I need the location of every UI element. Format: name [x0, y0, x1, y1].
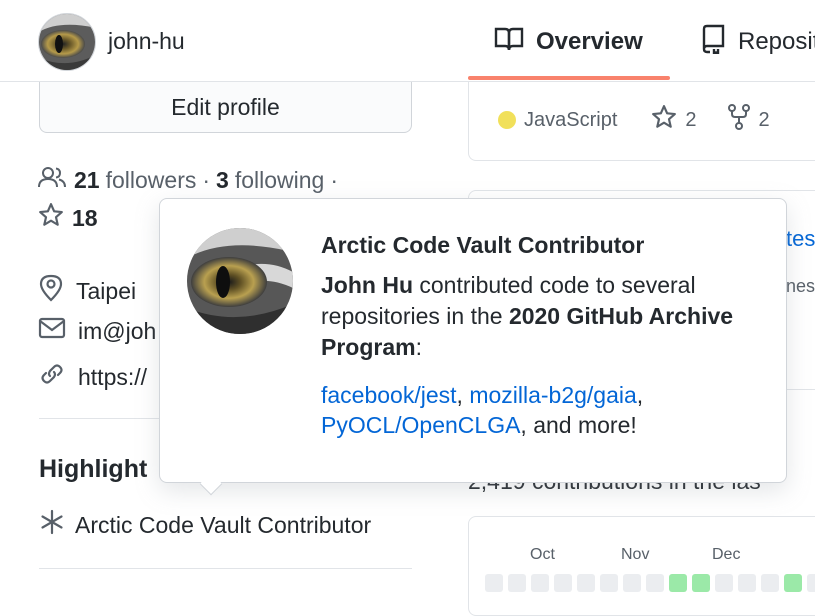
popover-body: John Hu contributed code to several repo…	[321, 270, 771, 363]
edit-profile-button[interactable]: Edit profile	[39, 82, 412, 133]
contribution-day[interactable]	[623, 574, 641, 592]
contribution-day[interactable]	[485, 574, 503, 592]
repo-stars[interactable]: 2	[651, 104, 697, 136]
contribution-day[interactable]	[692, 574, 710, 592]
website-link[interactable]: https://	[78, 364, 147, 391]
language-color-dot	[498, 111, 516, 129]
following-count[interactable]: 3	[216, 167, 229, 194]
highlight-label: Arctic Code Vault Contributor	[75, 511, 372, 538]
followers-link[interactable]: followers	[106, 167, 197, 194]
location-text: Taipei	[76, 277, 137, 304]
contribution-graph	[468, 516, 815, 616]
repo-icon	[700, 24, 726, 61]
repo-link[interactable]: tes	[786, 226, 815, 252]
month-label: Dec	[712, 546, 741, 563]
separator: ·	[330, 166, 338, 193]
tab-repositories[interactable]: Reposit	[700, 22, 815, 62]
mail-icon	[38, 317, 66, 345]
contribution-day[interactable]	[715, 574, 733, 592]
repo-stars-count: 2	[685, 108, 697, 131]
people-icon	[38, 166, 66, 194]
username[interactable]: john-hu	[108, 28, 185, 55]
email-row: im@joh	[38, 317, 156, 345]
contribution-cells	[485, 574, 815, 592]
contribution-day[interactable]	[577, 574, 595, 592]
repo-meta: JavaScript 2 2	[498, 104, 770, 136]
contribution-day[interactable]	[531, 574, 549, 592]
contribution-day[interactable]	[508, 574, 526, 592]
repo-link-gaia[interactable]: mozilla-b2g/gaia	[469, 382, 636, 408]
contribution-day[interactable]	[761, 574, 779, 592]
stars-count: 18	[72, 204, 98, 231]
link-separator: ,	[456, 382, 470, 408]
contribution-day[interactable]	[738, 574, 756, 592]
body-text: :	[415, 334, 422, 360]
contribution-day[interactable]	[807, 574, 815, 592]
contribution-day[interactable]	[784, 574, 802, 592]
separator: ·	[202, 166, 211, 193]
contribution-day[interactable]	[600, 574, 618, 592]
follow-stats: 21 followers · 3 following ·	[38, 166, 338, 194]
repo-forks-count: 2	[758, 108, 770, 131]
star-icon	[651, 104, 677, 136]
repo-forks[interactable]: 2	[727, 104, 770, 136]
tab-overview-label: Overview	[536, 28, 643, 55]
avatar[interactable]	[38, 13, 96, 71]
star-icon	[38, 202, 64, 234]
following-link[interactable]: following	[235, 167, 325, 194]
active-tab-indicator	[468, 76, 670, 80]
location-icon	[38, 274, 64, 308]
section-divider	[39, 568, 412, 569]
repo-description: ness	[786, 276, 815, 296]
website-row: https://	[38, 360, 147, 394]
followers-count[interactable]: 21	[74, 167, 100, 194]
book-icon	[494, 26, 524, 59]
contribution-day[interactable]	[554, 574, 572, 592]
snowflake-icon	[39, 509, 65, 541]
popover-title: Arctic Code Vault Contributor	[321, 232, 645, 258]
month-label: Nov	[621, 546, 650, 563]
tab-repositories-label: Reposit	[738, 28, 815, 55]
popover-avatar	[187, 228, 293, 334]
contribution-day[interactable]	[646, 574, 664, 592]
repo-language: JavaScript	[524, 108, 618, 131]
highlight-arctic-vault[interactable]: Arctic Code Vault Contributor	[39, 509, 371, 541]
location-row: Taipei	[38, 274, 136, 308]
repo-link-openclga[interactable]: PyOCL/OpenCLGA	[321, 412, 520, 438]
link-icon	[38, 360, 66, 394]
trailing-text: , and more!	[520, 412, 637, 438]
contribution-day[interactable]	[669, 574, 687, 592]
tab-overview[interactable]: Overview	[494, 22, 643, 62]
link-separator: ,	[636, 382, 644, 408]
month-label: Oct	[530, 546, 555, 563]
email-link[interactable]: im@joh	[78, 318, 156, 345]
contributor-name: John Hu	[321, 272, 413, 298]
highlights-heading: Highlight	[39, 455, 148, 483]
stars-stat[interactable]: 18	[38, 202, 98, 234]
popover-repos: facebook/jest, mozilla-b2g/gaia, PyOCL/O…	[321, 380, 771, 440]
fork-icon	[727, 104, 751, 136]
repo-link-jest[interactable]: facebook/jest	[321, 382, 457, 408]
